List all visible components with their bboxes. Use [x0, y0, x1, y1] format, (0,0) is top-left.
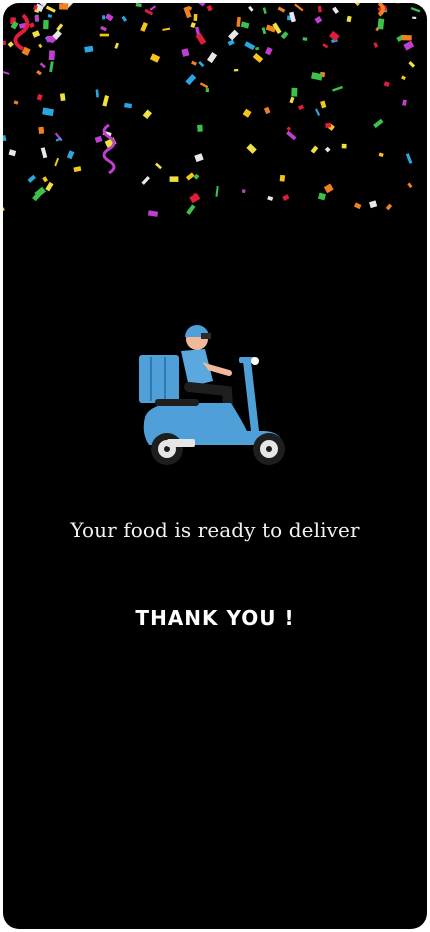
delivery-scooter-icon — [139, 325, 285, 465]
confetti-icon — [3, 3, 421, 217]
thank-you-heading: THANK YOU ! — [135, 606, 295, 630]
ready-to-deliver-message: Your food is ready to deliver — [70, 518, 360, 542]
screen: Your food is ready to deliver THANK YOU … — [3, 3, 427, 929]
